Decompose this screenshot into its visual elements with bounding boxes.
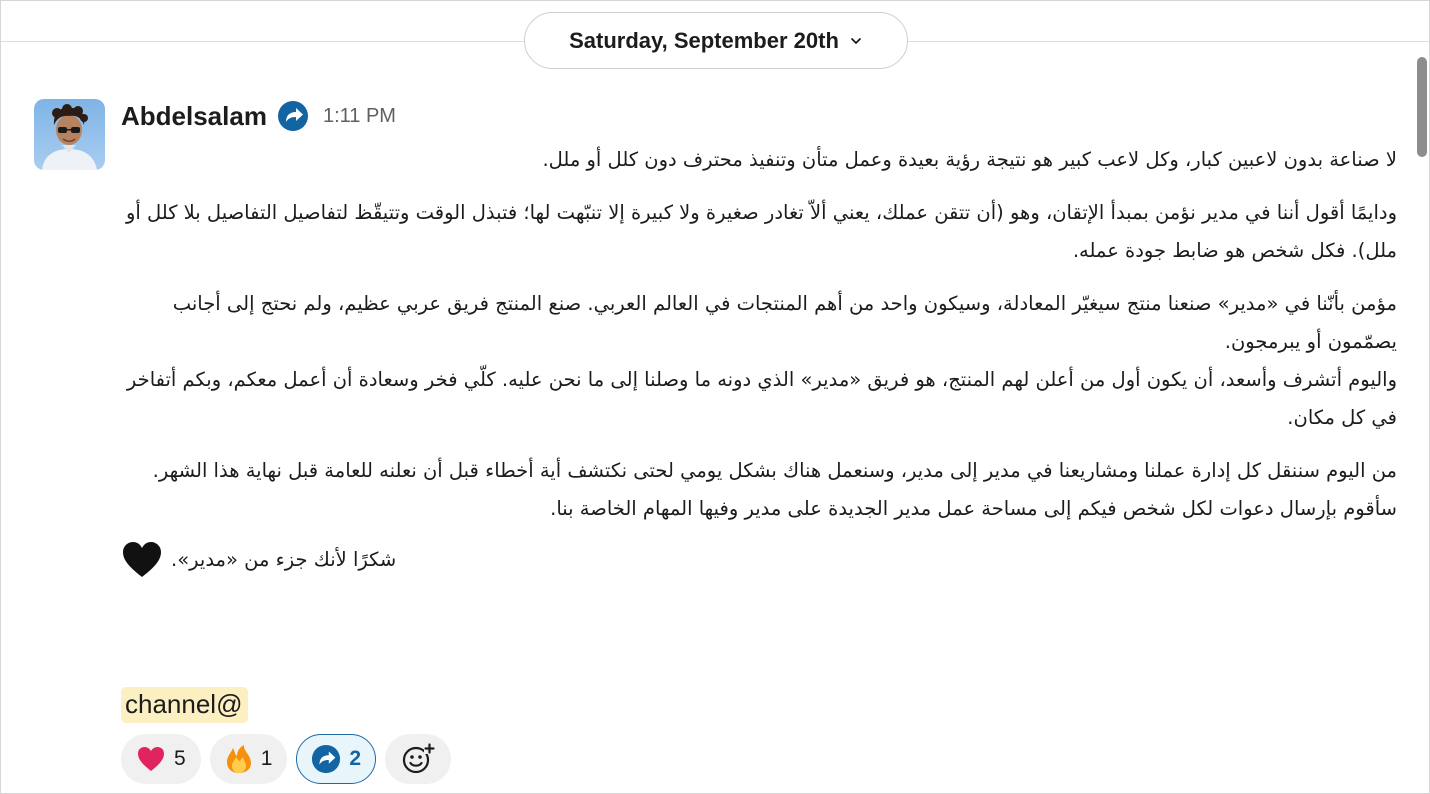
sender-name[interactable]: Abdelsalam (121, 101, 267, 132)
message-paragraph: لا صناعة بدون لاعبين كبار، وكل لاعب كبير… (542, 148, 1397, 171)
message-body: لا صناعة بدون لاعبين كبار، وكل لاعب كبير… (121, 141, 1397, 580)
mention-line: channel@ (121, 687, 249, 723)
message-paragraph: واليوم أتشرف وأسعد، أن يكون أول من أعلن … (126, 368, 1397, 429)
message-timestamp[interactable]: 1:11 PM (323, 105, 396, 128)
chevron-down-icon (850, 37, 861, 44)
date-divider-label: Saturday, September 20th (569, 27, 839, 53)
message-paragraph: ودايمًا أقول أننا في مدير نؤمن بمبدأ الإ… (125, 201, 1397, 262)
date-divider-button[interactable]: Saturday, September 20th (524, 12, 908, 69)
add-reaction-icon (402, 743, 436, 774)
share-arrow-badge-icon (277, 101, 308, 131)
fire-icon (226, 745, 251, 773)
channel-mention[interactable]: channel@ (121, 687, 249, 723)
add-reaction-button[interactable] (385, 734, 452, 784)
reaction-fire[interactable]: 1 (209, 734, 288, 784)
reactions-bar: 5 1 2 (121, 734, 452, 784)
avatar-image (34, 99, 105, 170)
red-heart-icon (138, 747, 164, 771)
message-paragraph: مؤمن بأنّنا في «مدير» صنعنا منتج سيغيّر … (172, 292, 1397, 353)
scrollbar-thumb[interactable] (1417, 57, 1427, 157)
scrollbar[interactable] (1413, 1, 1429, 793)
message-pane: Saturday, September 20th Abdelsalam 1:11… (0, 0, 1430, 794)
message-paragraph: شكرًا لأنك جزء من «مدير». (171, 548, 397, 571)
black-heart-icon (123, 542, 161, 577)
reaction-count: 5 (174, 747, 186, 770)
reaction-share-arrow[interactable]: 2 (296, 734, 377, 784)
avatar[interactable] (34, 99, 105, 170)
reaction-heart[interactable]: 5 (121, 734, 201, 784)
closing-line: شكرًا لأنك جزء من «مدير». (121, 540, 1397, 580)
message-paragraph: من اليوم سننقل كل إدارة عملنا ومشاريعنا … (152, 459, 1397, 520)
reaction-count: 2 (349, 747, 362, 770)
share-arrow-badge-icon (312, 744, 341, 774)
message-header: Abdelsalam 1:11 PM (121, 97, 396, 135)
reaction-count: 1 (260, 747, 273, 770)
